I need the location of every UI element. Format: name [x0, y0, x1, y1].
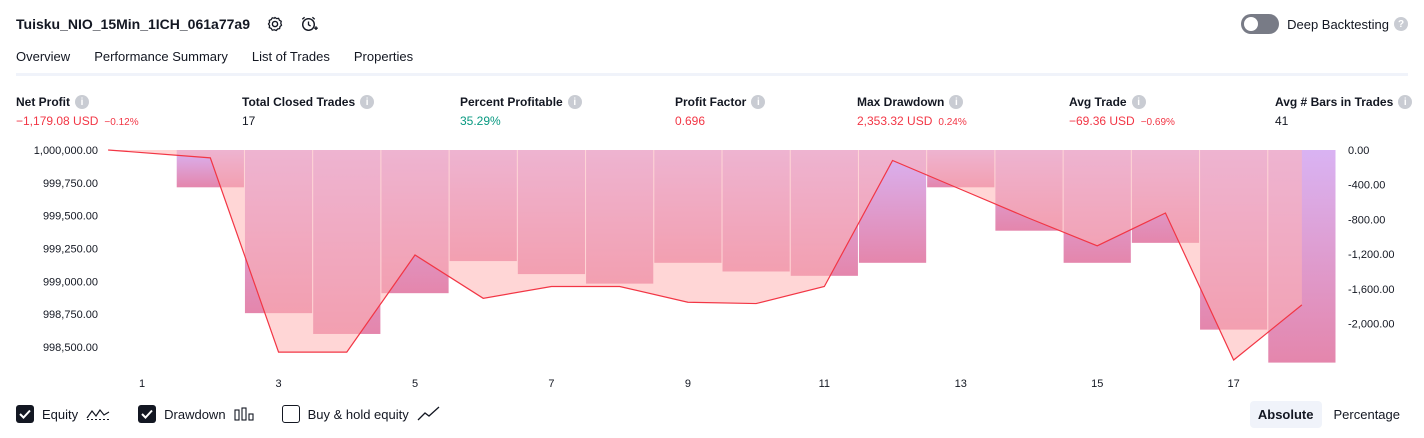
x-tick-label: 15 — [1091, 378, 1103, 390]
x-tick-label: 9 — [685, 378, 691, 390]
equity-drawdown-chart[interactable]: 1,000,000.00 999,750.00 999,500.00 999,250.… — [0, 138, 1424, 398]
left-tick-label: 999,750.00 — [43, 178, 98, 190]
metric-value: 2,353.32 USD — [857, 114, 933, 128]
info-icon[interactable]: i — [949, 95, 964, 109]
metric-percent: −0.12% — [104, 117, 139, 128]
tab-list-of-trades[interactable]: List of Trades — [252, 44, 330, 76]
tab-properties[interactable]: Properties — [354, 44, 413, 76]
metric-percent-profitable: Percent Profitable i 35.29% — [460, 94, 582, 128]
info-icon[interactable]: i — [75, 95, 89, 109]
x-tick-label: 11 — [819, 378, 830, 390]
x-tick-label: 17 — [1228, 378, 1240, 390]
metric-label: Net Profit — [16, 95, 70, 109]
x-tick-label: 7 — [548, 378, 554, 390]
metric-avg-bars: Avg # Bars in Trades i 41 — [1275, 94, 1413, 128]
metric-total-closed-trades: Total Closed Trades i 17 — [242, 94, 375, 128]
metric-avg-trade: Avg Trade i −69.36 USD −0.69% — [1069, 94, 1175, 128]
buy-hold-checkbox[interactable] — [281, 405, 300, 423]
metric-label: Avg # Bars in Trades — [1275, 95, 1394, 109]
drawdown-bars-icon — [234, 407, 254, 421]
metric-label: Percent Profitable — [460, 95, 563, 109]
info-icon[interactable]: i — [360, 95, 375, 109]
percentage-button[interactable]: Percentage — [1326, 401, 1409, 428]
right-tick-label: -2,000.00 — [1348, 319, 1394, 331]
metric-percent: 0.24% — [938, 117, 967, 128]
x-tick-label: 5 — [412, 378, 418, 390]
strategy-header: Tuisku_NIO_15Min_1ICH_061a77a9 — [16, 12, 318, 36]
info-icon[interactable]: i — [567, 95, 582, 109]
equity-line-icon — [86, 407, 110, 421]
metric-value: 41 — [1275, 114, 1289, 128]
x-tick-label: 3 — [275, 378, 281, 390]
left-tick-label: 1,000,000.00 — [34, 145, 98, 157]
metric-value: 0.696 — [675, 114, 706, 128]
right-tick-label: -400.00 — [1348, 180, 1385, 192]
right-tick-label: -1,600.00 — [1348, 284, 1394, 296]
x-axis: 1 3 5 7 9 11 13 15 17 — [139, 378, 1240, 390]
chart-legend: Equity Drawdown Buy & hold equity — [16, 403, 469, 425]
metric-percent: −0.69% — [1140, 117, 1175, 128]
legend-label: Buy & hold equity — [307, 406, 409, 422]
metric-value: −69.36 USD — [1069, 114, 1135, 128]
metric-max-drawdown: Max Drawdown i 2,353.32 USD 0.24% — [857, 94, 967, 128]
metric-value: 17 — [242, 114, 256, 128]
help-icon[interactable]: ? — [1394, 17, 1408, 31]
right-tick-label: -800.00 — [1348, 214, 1385, 226]
metric-value: −1,179.08 USD — [16, 114, 99, 128]
trend-line-icon — [417, 406, 441, 422]
legend-label: Equity — [42, 406, 79, 422]
deep-backtesting-toggle[interactable] — [1241, 14, 1280, 34]
equity-checkbox[interactable] — [16, 405, 34, 423]
x-tick-label: 13 — [955, 378, 967, 390]
drawdown-checkbox[interactable] — [138, 405, 157, 423]
legend-equity[interactable]: Equity — [16, 405, 110, 423]
left-tick-label: 998,500.00 — [43, 342, 98, 354]
right-tick-label: 0.00 — [1348, 145, 1369, 157]
left-tick-label: 998,750.00 — [43, 309, 98, 321]
metrics-row: Net Profit i −1,179.08 USD −0.12% Total Cl… — [0, 94, 1424, 134]
info-icon[interactable]: i — [1398, 95, 1413, 109]
report-tabs: Overview Performance Summary List of Tra… — [16, 44, 437, 76]
metric-net-profit: Net Profit i −1,179.08 USD −0.12% — [16, 94, 139, 128]
deep-backtesting: Deep Backtesting ? — [1241, 12, 1408, 36]
metric-label: Total Closed Trades — [242, 95, 356, 109]
legend-label: Drawdown — [164, 406, 226, 422]
metric-label: Profit Factor — [675, 95, 747, 109]
info-icon[interactable]: i — [1131, 95, 1146, 109]
gear-icon[interactable] — [266, 15, 284, 33]
tabs-divider — [16, 73, 1408, 76]
right-tick-label: -1,200.00 — [1348, 249, 1394, 261]
left-tick-label: 999,000.00 — [43, 276, 98, 288]
left-axis: 1,000,000.00 999,750.00 999,500.00 999,250.… — [34, 145, 98, 354]
right-axis: 0.00 -400.00 -800.00 -1,200.00 -1,600.00 -2,0… — [1348, 145, 1394, 331]
deep-backtesting-label: Deep Backtesting — [1287, 16, 1389, 32]
alarm-clock-plus-icon[interactable] — [300, 15, 318, 33]
metric-label: Avg Trade — [1069, 95, 1127, 109]
legend-buy-hold[interactable]: Buy & hold equity — [281, 405, 441, 423]
legend-drawdown[interactable]: Drawdown — [138, 405, 254, 423]
left-tick-label: 999,500.00 — [43, 211, 98, 223]
metric-value: 35.29% — [460, 114, 501, 128]
left-tick-label: 999,250.00 — [43, 243, 98, 255]
strategy-title: Tuisku_NIO_15Min_1ICH_061a77a9 — [16, 16, 250, 32]
absolute-button[interactable]: Absolute — [1249, 400, 1322, 428]
metric-label: Max Drawdown — [857, 95, 945, 109]
view-mode-switch: Absolute Percentage — [1249, 400, 1409, 428]
tab-performance-summary[interactable]: Performance Summary — [94, 44, 228, 76]
info-icon[interactable]: i — [751, 95, 766, 109]
tab-overview[interactable]: Overview — [16, 44, 71, 76]
x-tick-label: 1 — [139, 378, 145, 390]
metric-profit-factor: Profit Factor i 0.696 — [675, 94, 766, 128]
